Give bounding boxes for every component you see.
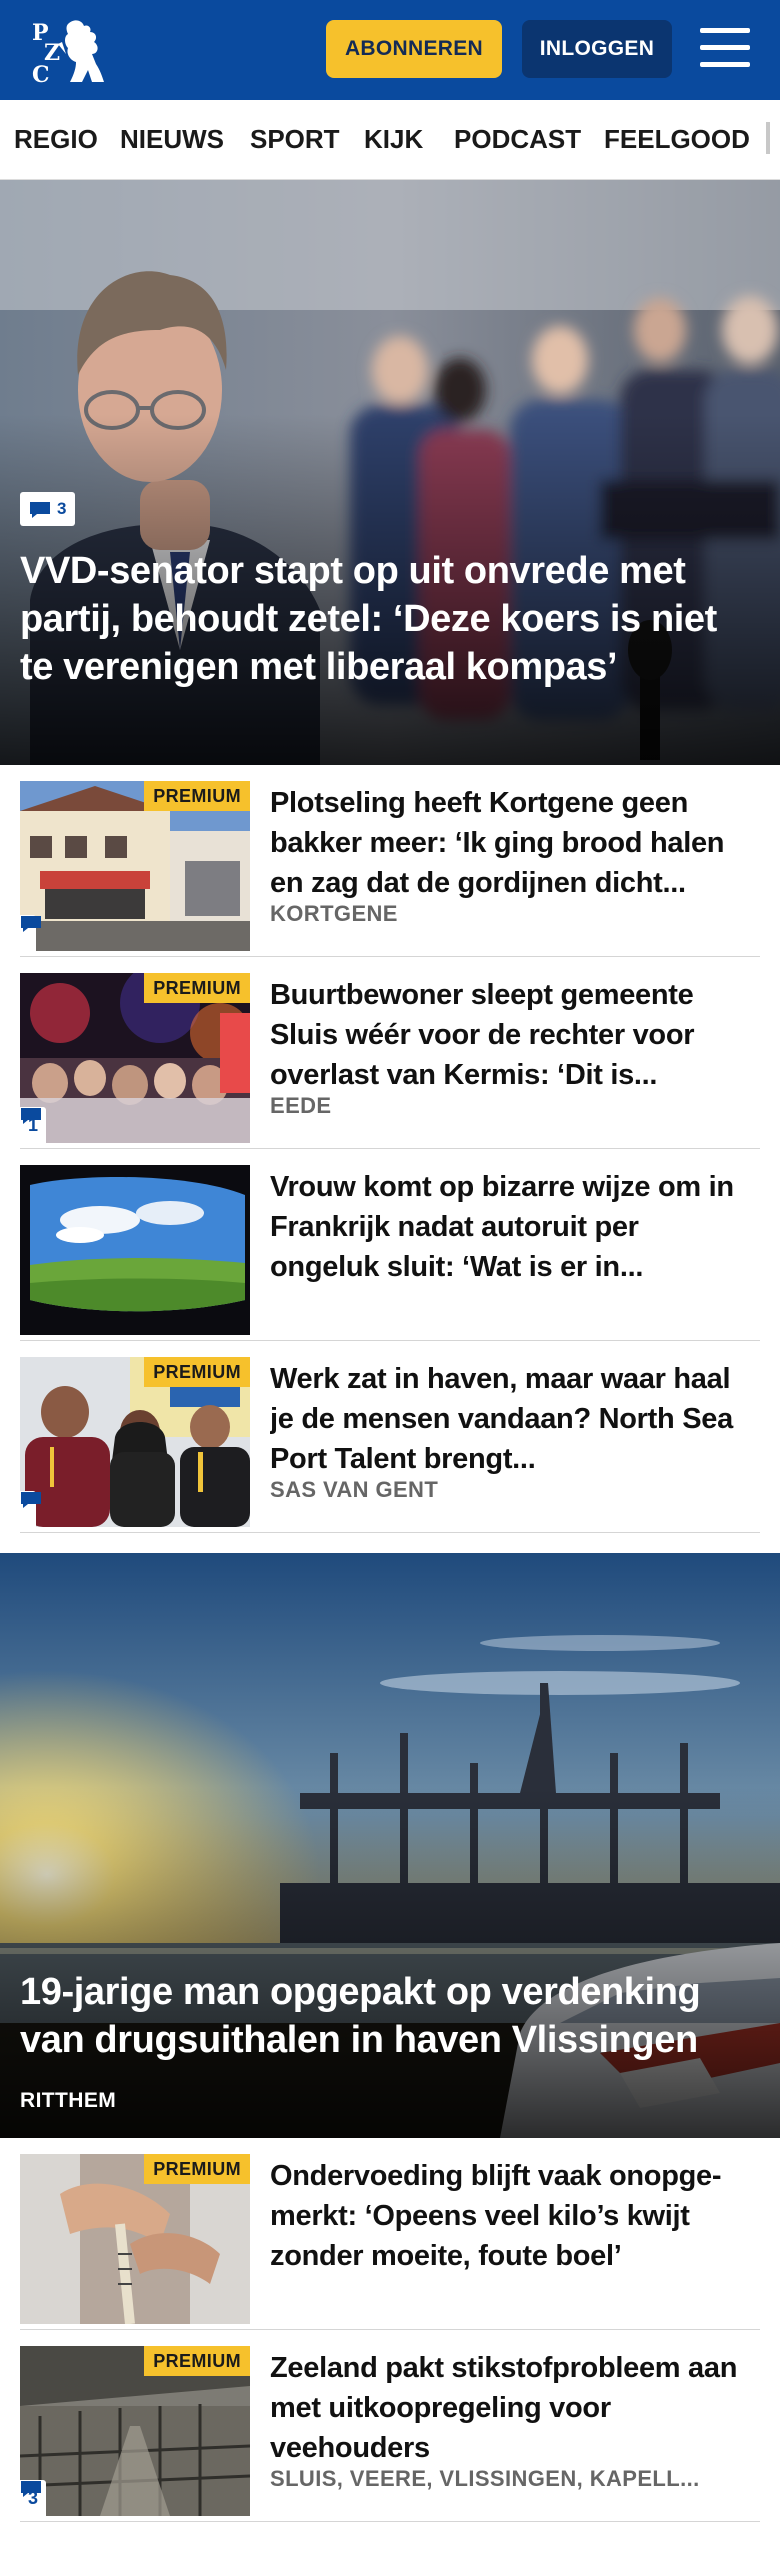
list-item[interactable]: Vrouw komt op bizarre wijze om in Frankr… bbox=[20, 1149, 760, 1341]
comment-bubble-icon bbox=[21, 916, 41, 932]
nav-item-nieuws[interactable]: NIEUWS bbox=[120, 124, 224, 155]
comment-count: 3 bbox=[57, 499, 67, 518]
comment-count-badge[interactable]: 1 bbox=[20, 1107, 47, 1143]
premium-badge: PREMIUM bbox=[144, 781, 250, 811]
premium-badge: PREMIUM bbox=[144, 2154, 250, 2184]
comment-bubble-icon bbox=[29, 501, 51, 518]
hero-headline[interactable]: VVD-senator stapt op uit onvrede met par… bbox=[20, 548, 750, 692]
comment-bubble-icon bbox=[21, 1492, 41, 1508]
hero-headline[interactable]: 19-jarige man opgepakt op verdenking van… bbox=[20, 1969, 750, 2065]
article-location: EEDE bbox=[270, 1093, 332, 1118]
article-title[interactable]: Vrouw komt op bizarre wijze om in Frankr… bbox=[270, 1167, 748, 1287]
list-item[interactable]: PREMIUM 3 Zeeland pakt stikstofprobleem … bbox=[20, 2330, 760, 2522]
hero-article[interactable]: 19-jarige man opgepakt op verdenking van… bbox=[0, 1553, 780, 2138]
subscribe-button[interactable]: ABONNEREN bbox=[326, 20, 502, 78]
login-button[interactable]: INLOGGEN bbox=[522, 20, 672, 78]
nav-item-podcast[interactable]: PODCAST bbox=[454, 124, 581, 155]
article-thumbnail: PREMIUM bbox=[20, 2154, 250, 2324]
article-location: KORTGENE bbox=[270, 901, 398, 926]
list-item[interactable]: PREMIUM Werk zat in haven, maar waar haa… bbox=[20, 1341, 760, 1533]
comment-bubble-icon bbox=[21, 2481, 41, 2497]
svg-text:C: C bbox=[32, 62, 50, 86]
article-location: SAS VAN GENT bbox=[270, 1477, 439, 1502]
article-title[interactable]: Plotseling heeft Kortgene geen bakker me… bbox=[270, 783, 748, 903]
article-thumbnail: PREMIUM 3 bbox=[20, 2346, 250, 2516]
nav-overflow-hint bbox=[766, 122, 770, 154]
article-thumbnail: PREMIUM 1 bbox=[20, 973, 250, 1143]
nav-item-sport[interactable]: SPORT bbox=[250, 124, 340, 155]
article-title[interactable]: Werk zat in haven, maar waar haal je de … bbox=[270, 1359, 748, 1479]
hamburger-menu-icon[interactable] bbox=[700, 24, 754, 72]
article-thumbnail: PREMIUM bbox=[20, 1357, 250, 1527]
article-title[interactable]: Ondervoeding blijft vaak onopge-merkt: ‘… bbox=[270, 2156, 748, 2276]
comment-count-badge[interactable]: 3 bbox=[20, 492, 76, 526]
comment-bubble-icon bbox=[21, 1108, 41, 1124]
list-item[interactable]: PREMIUM 1 Buurtbewoner sleept gemeente S… bbox=[20, 957, 760, 1149]
hero-article[interactable]: 3 VVD-senator stapt op uit onvrede met p… bbox=[0, 180, 780, 765]
site-header: P Z C ABONNEREN INLOGGEN bbox=[0, 0, 780, 100]
article-thumbnail: PREMIUM bbox=[20, 781, 250, 951]
premium-badge: PREMIUM bbox=[144, 2346, 250, 2376]
comment-count-badge[interactable] bbox=[20, 1491, 41, 1527]
nav-item-regio[interactable]: REGIO bbox=[14, 124, 98, 155]
article-title[interactable]: Zeeland pakt stikstofprobleem aan met ui… bbox=[270, 2348, 748, 2468]
list-item[interactable]: PREMIUM Plotseling heeft Kortgene geen b… bbox=[20, 765, 760, 957]
article-location: SLUIS, VEERE, VLISSINGEN, KAPELL... bbox=[270, 2466, 700, 2491]
article-thumbnail bbox=[20, 1165, 250, 1335]
nav-item-feelgood[interactable]: FEELGOOD bbox=[604, 124, 750, 155]
list-item[interactable]: PREMIUM Ondervoeding blijft vaak onopge-… bbox=[20, 2138, 760, 2330]
premium-badge: PREMIUM bbox=[144, 1357, 250, 1387]
pzc-logo[interactable]: P Z C bbox=[30, 14, 110, 88]
article-title[interactable]: Buurtbewoner sleept gemeente Sluis wéér … bbox=[270, 975, 748, 1095]
nav-item-kijk[interactable]: KIJK bbox=[364, 124, 423, 155]
section-nav: REGIO NIEUWS SPORT KIJK PODCAST FEELGOOD bbox=[0, 100, 780, 180]
hero-location: RITTHEM bbox=[20, 2089, 117, 2112]
comment-count-badge[interactable] bbox=[20, 915, 41, 951]
premium-badge: PREMIUM bbox=[144, 973, 250, 1003]
comment-count-badge[interactable]: 3 bbox=[20, 2480, 47, 2516]
